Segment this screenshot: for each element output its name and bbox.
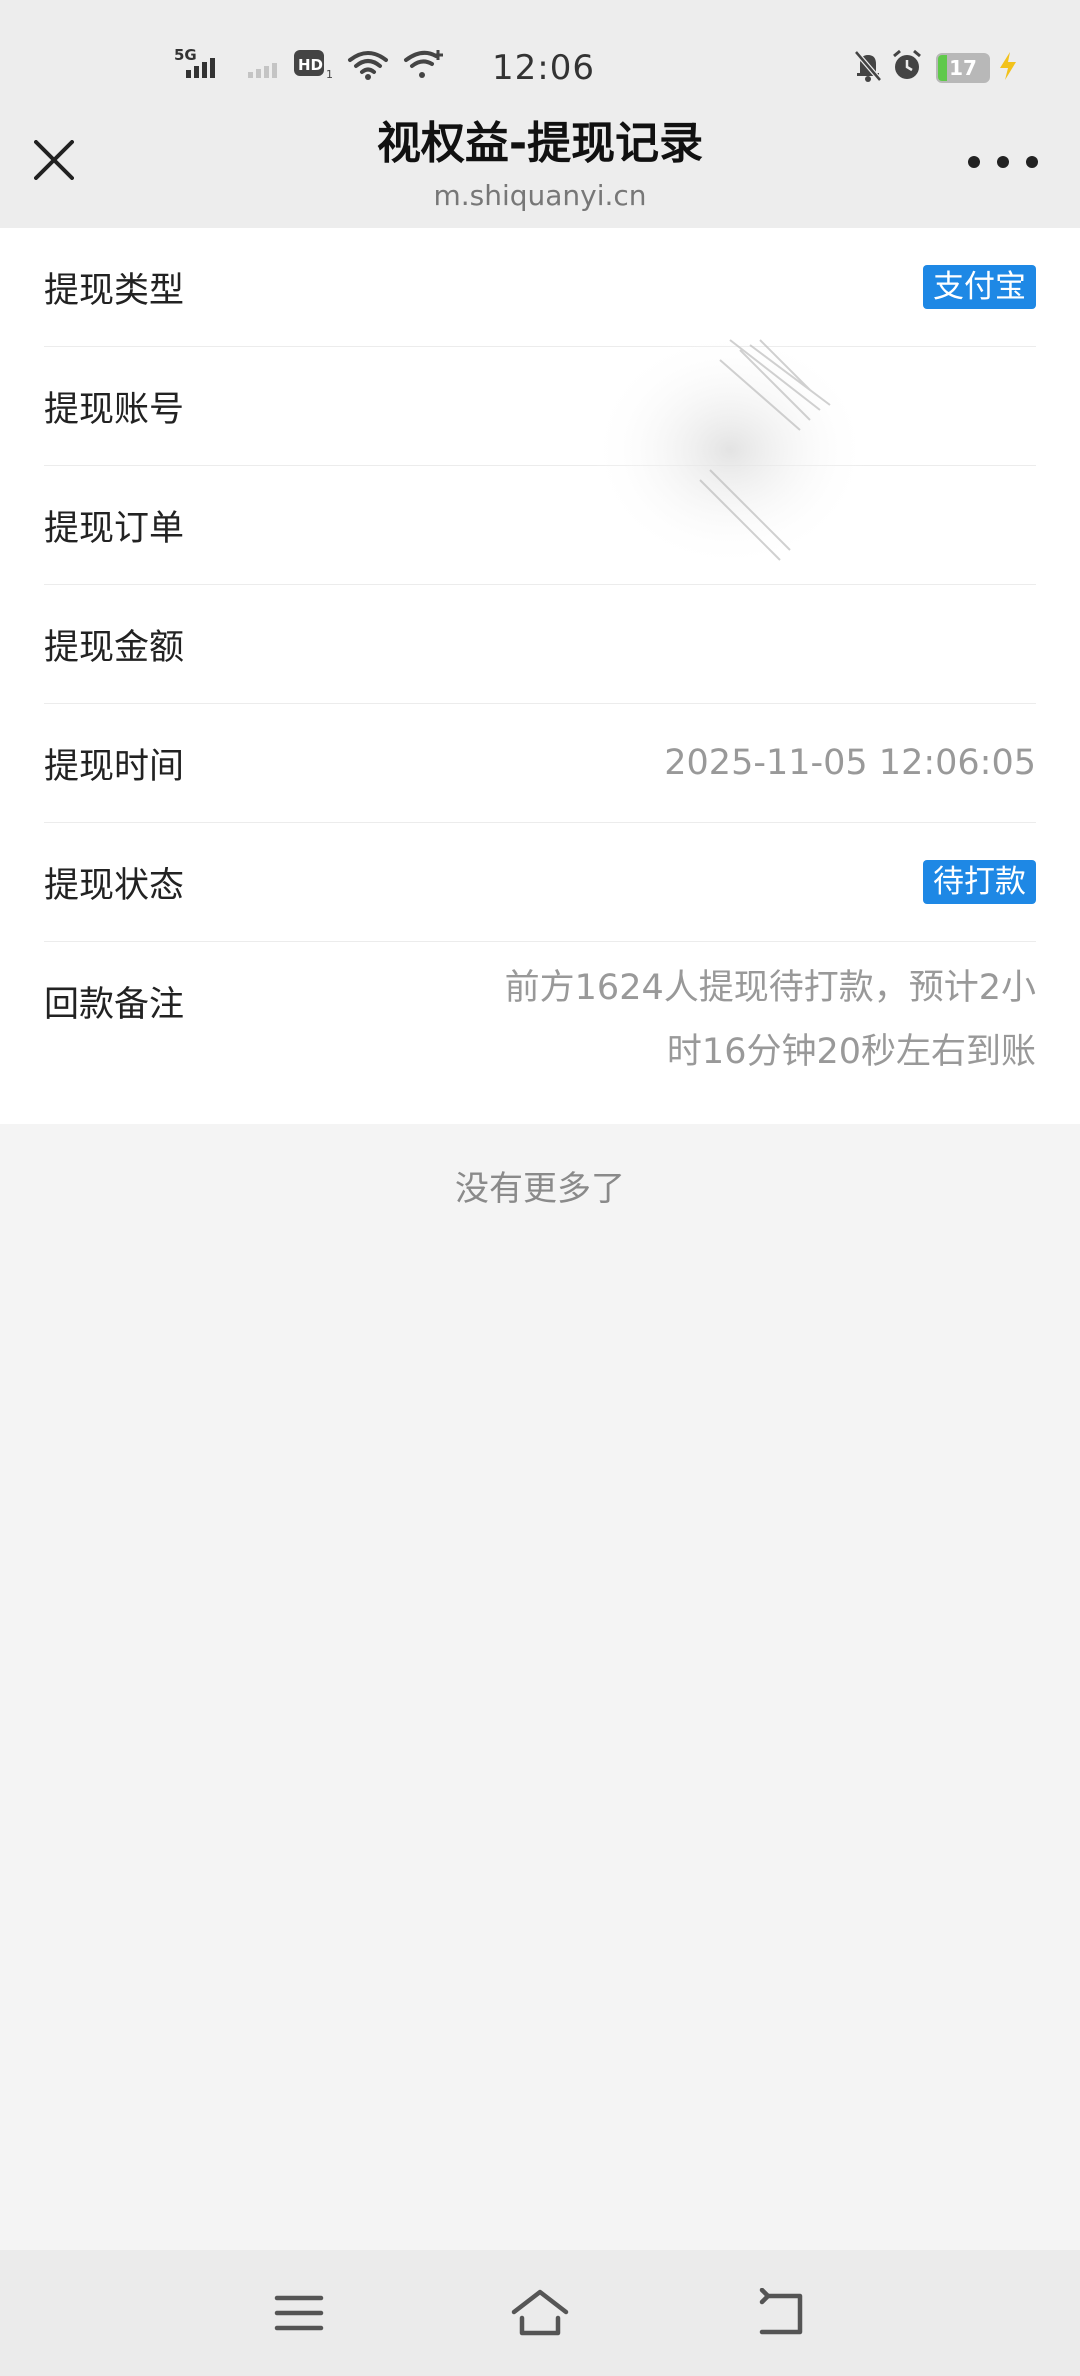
- more-icon[interactable]: [968, 156, 980, 168]
- signal-weak-icon: [244, 44, 284, 88]
- status-time: 12:06: [492, 48, 595, 88]
- detail-row-type: 提现类型 支付宝: [44, 228, 1036, 347]
- remark-label: 回款备注: [44, 985, 185, 1025]
- remark-value: 前方1624人提现待打款，预计2小时16分钟20秒左右到账: [504, 968, 1036, 1072]
- detail-row-order: 提现订单: [44, 466, 1036, 585]
- title-bar: 视权益-提现记录 m.shiquanyi.cn: [0, 108, 1080, 228]
- detail-row-remark: 回款备注 前方1624人提现待打款，预计2小时16分钟20秒左右到账: [44, 942, 1036, 1128]
- type-label: 提现类型: [44, 270, 185, 311]
- wifi-icon: [346, 44, 390, 88]
- status-label: 提现状态: [44, 865, 185, 906]
- withdraw-detail-card: 提现类型 支付宝 提现账号 提现订单 提现金额 提现时间 2025-11-05 …: [0, 228, 1080, 1124]
- charging-icon: [996, 50, 1020, 86]
- status-right: 17: [852, 48, 1020, 88]
- back-icon[interactable]: [754, 2288, 808, 2338]
- order-label: 提现订单: [44, 508, 185, 549]
- battery-icon: 17: [936, 53, 990, 83]
- top-area: 5G HD 1 12:06 17 视权益-提现记录 m.shiquanyi.cn: [0, 0, 1080, 228]
- wifi-plus-icon: [402, 44, 446, 88]
- system-nav-bar: [0, 2250, 1080, 2376]
- mute-icon: [852, 48, 884, 88]
- menu-icon[interactable]: [274, 2292, 324, 2334]
- time-label: 提现时间: [44, 746, 185, 787]
- more-icon-dot[interactable]: [997, 156, 1009, 168]
- hd-sub-label: 1: [326, 68, 333, 81]
- detail-row-time: 提现时间 2025-11-05 12:06:05: [44, 704, 1036, 823]
- detail-row-status: 提现状态 待打款: [44, 823, 1036, 942]
- account-label: 提现账号: [44, 389, 185, 430]
- back-button[interactable]: [746, 2278, 816, 2348]
- amount-label: 提现金额: [44, 627, 185, 668]
- detail-row-amount: 提现金额: [44, 585, 1036, 704]
- menu-button[interactable]: [264, 2278, 334, 2348]
- more-button[interactable]: [968, 144, 1038, 180]
- home-icon[interactable]: [510, 2288, 570, 2338]
- battery-label: 17: [949, 56, 977, 80]
- page-title: 视权益-提现记录: [376, 118, 704, 169]
- network-label: 5G: [174, 46, 197, 64]
- alarm-icon: [890, 48, 924, 88]
- time-value: 2025-11-05 12:06:05: [664, 743, 1036, 783]
- no-more-text: 没有更多了: [455, 1169, 625, 1209]
- detail-row-account: 提现账号: [44, 347, 1036, 466]
- home-button[interactable]: [505, 2278, 575, 2348]
- hd-icon: HD 1: [292, 44, 336, 88]
- status-tag: 待打款: [923, 860, 1036, 904]
- status-left: 5G HD 1: [172, 46, 446, 86]
- battery-level: [938, 55, 947, 81]
- status-bar: 5G HD 1 12:06 17: [0, 36, 1080, 96]
- more-icon-dot[interactable]: [1026, 156, 1038, 168]
- page-url: m.shiquanyi.cn: [433, 179, 647, 212]
- type-tag: 支付宝: [923, 265, 1036, 309]
- title-block: 视权益-提现记录 m.shiquanyi.cn: [0, 114, 1080, 216]
- hd-label: HD: [298, 56, 323, 74]
- signal-icon: 5G: [172, 44, 224, 88]
